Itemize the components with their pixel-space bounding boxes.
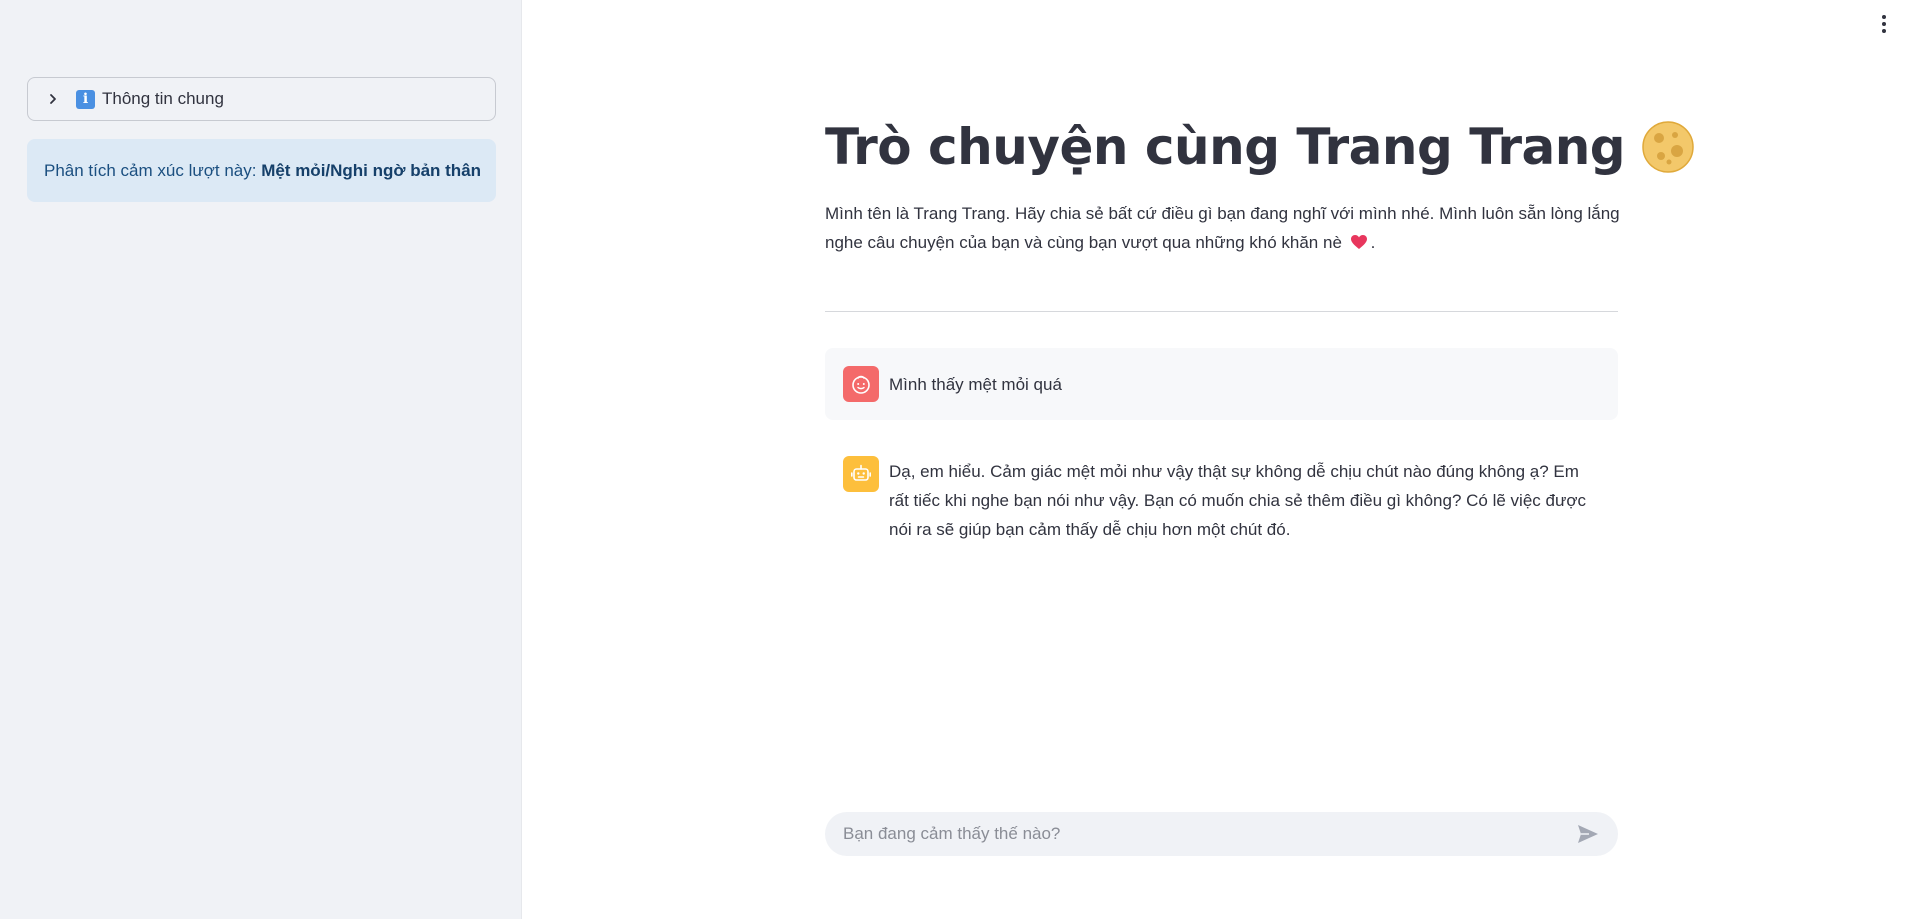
- app-root: i Thông tin chung Phân tích cảm xúc lượt…: [0, 0, 1919, 919]
- menu-dot: [1882, 29, 1886, 33]
- chevron-right-icon: [46, 92, 60, 106]
- intro-line-1: Mình tên là Trang Trang. Hãy chia sẻ bất…: [825, 204, 1620, 223]
- info-icon: i: [76, 89, 95, 109]
- page-header: Trò chuyện cùng Trang Trang: [825, 118, 1695, 176]
- menu-dot: [1882, 22, 1886, 26]
- intro-text: Mình tên là Trang Trang. Hãy chia sẻ bất…: [825, 199, 1625, 257]
- chat-input[interactable]: [843, 824, 1576, 844]
- emotion-analysis-box: Phân tích cảm xúc lượt này: Mệt mỏi/Nghi…: [27, 139, 496, 202]
- moon-icon: [1642, 121, 1694, 173]
- robot-icon: [843, 456, 879, 492]
- message-text: Dạ, em hiểu. Cảm giác mệt mỏi như vậy th…: [889, 462, 1586, 539]
- chat-input-container: [825, 812, 1618, 856]
- main-menu-button[interactable]: [1874, 12, 1894, 36]
- send-button[interactable]: [1576, 822, 1600, 846]
- menu-dot: [1882, 15, 1886, 19]
- send-icon: [1578, 825, 1598, 843]
- user-face-icon: [843, 366, 879, 402]
- divider: [825, 311, 1618, 312]
- emotion-value: Mệt mỏi/Nghi ngờ bản thân: [261, 160, 482, 180]
- page-title: Trò chuyện cùng Trang Trang: [825, 118, 1626, 176]
- expander-label: Thông tin chung: [102, 89, 224, 108]
- message-text: Mình thấy mệt mỏi quá: [889, 374, 1062, 394]
- emotion-prefix: Phân tích cảm xúc lượt này:: [44, 160, 257, 180]
- heart-icon: [1350, 235, 1367, 249]
- intro-end: .: [1370, 233, 1376, 252]
- chat-message-user: Mình thấy mệt mỏi quá: [825, 348, 1618, 420]
- intro-line-2: nghe câu chuyện của bạn và cùng bạn vượt…: [825, 233, 1342, 252]
- general-info-expander[interactable]: i Thông tin chung: [27, 77, 496, 121]
- sidebar: i Thông tin chung Phân tích cảm xúc lượt…: [0, 0, 522, 919]
- chat-message-assistant: Dạ, em hiểu. Cảm giác mệt mỏi như vậy th…: [825, 438, 1618, 562]
